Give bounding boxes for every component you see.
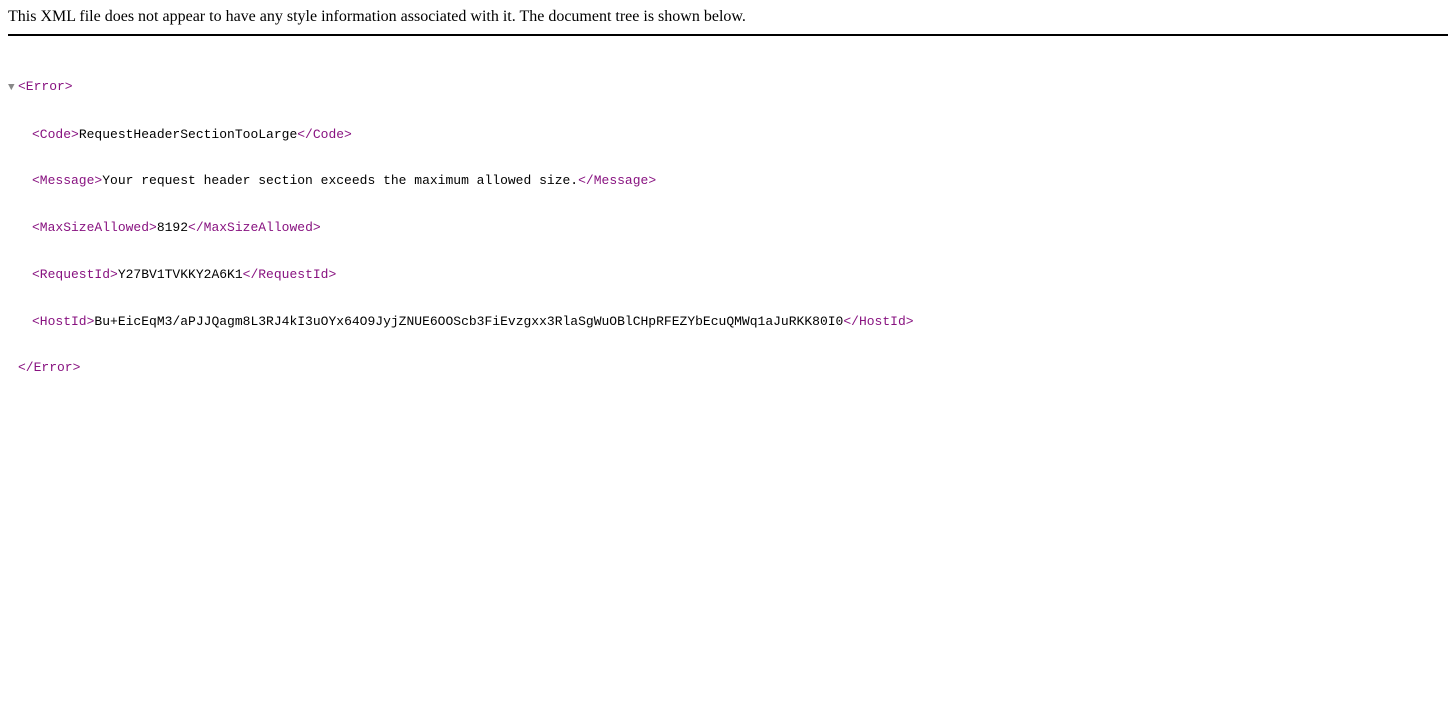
xml-value: Your request header section exceeds the … xyxy=(102,173,578,188)
xml-value: 8192 xyxy=(157,220,188,235)
xml-child-code: <Code>RequestHeaderSectionTooLarge</Code… xyxy=(8,127,1448,143)
xml-style-notice: This XML file does not appear to have an… xyxy=(8,8,1448,36)
xml-root-open-line: ▼<Error> xyxy=(8,79,1448,95)
xml-child-hostid: <HostId>Bu+EicEqM3/aPJJQagm8L3RJ4kI3uOYx… xyxy=(8,314,1448,330)
xml-tag-open: <Code> xyxy=(32,127,79,142)
xml-tag-close: </HostId> xyxy=(843,314,913,329)
xml-tag-close: </RequestId> xyxy=(243,267,337,282)
xml-tag-close: </Code> xyxy=(297,127,352,142)
collapse-toggle-icon[interactable]: ▼ xyxy=(8,82,18,95)
xml-tag-error-close: </Error> xyxy=(18,360,80,375)
xml-child-maxsize: <MaxSizeAllowed>8192</MaxSizeAllowed> xyxy=(8,220,1448,236)
xml-tag-close: </MaxSizeAllowed> xyxy=(188,220,321,235)
xml-tag-open: <HostId> xyxy=(32,314,94,329)
xml-tag-open: <MaxSizeAllowed> xyxy=(32,220,157,235)
xml-value: RequestHeaderSectionTooLarge xyxy=(79,127,297,142)
xml-tag-open: <RequestId> xyxy=(32,267,118,282)
xml-tag-open: <Message> xyxy=(32,173,102,188)
xml-tag-error-open: <Error> xyxy=(18,79,73,94)
xml-child-requestid: <RequestId>Y27BV1TVKKY2A6K1</RequestId> xyxy=(8,267,1448,283)
xml-tag-close: </Message> xyxy=(578,173,656,188)
xml-root-close-line: </Error> xyxy=(8,360,1448,376)
xml-value: Y27BV1TVKKY2A6K1 xyxy=(118,267,243,282)
xml-value: Bu+EicEqM3/aPJJQagm8L3RJ4kI3uOYx64O9JyjZ… xyxy=(94,314,843,329)
xml-tree-view: ▼<Error> <Code>RequestHeaderSectionTooLa… xyxy=(8,48,1448,392)
xml-child-message: <Message>Your request header section exc… xyxy=(8,173,1448,189)
